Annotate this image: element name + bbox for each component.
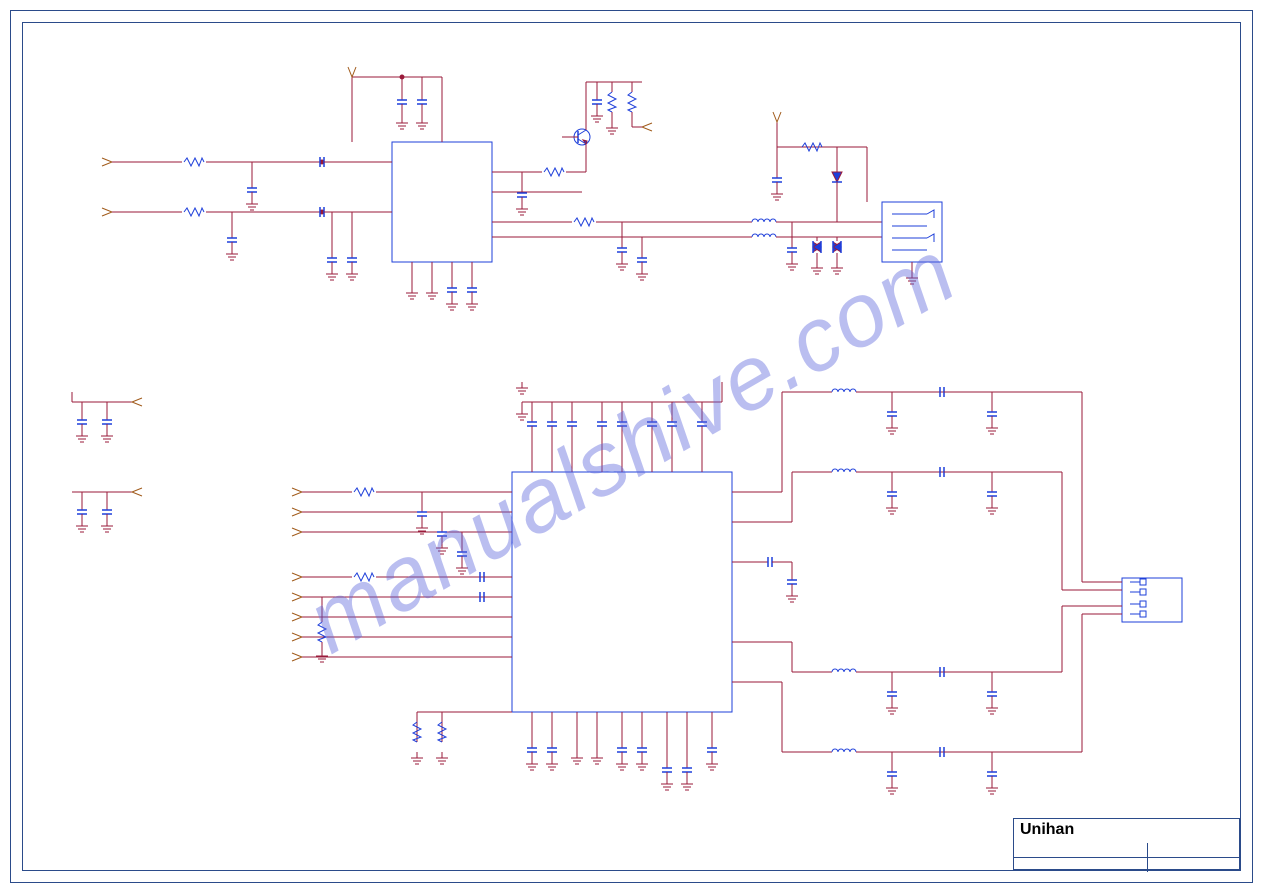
schematic-canvas	[22, 22, 1241, 871]
title-block: Unihan	[1013, 818, 1240, 870]
title-field-1	[1014, 843, 1148, 857]
title-field-3	[1014, 858, 1148, 872]
title-field-2	[1148, 843, 1239, 857]
title-field-4	[1148, 858, 1239, 872]
schematic-sheet: manualshive.com Unihan	[0, 0, 1263, 893]
title-company: Unihan	[1014, 819, 1239, 843]
